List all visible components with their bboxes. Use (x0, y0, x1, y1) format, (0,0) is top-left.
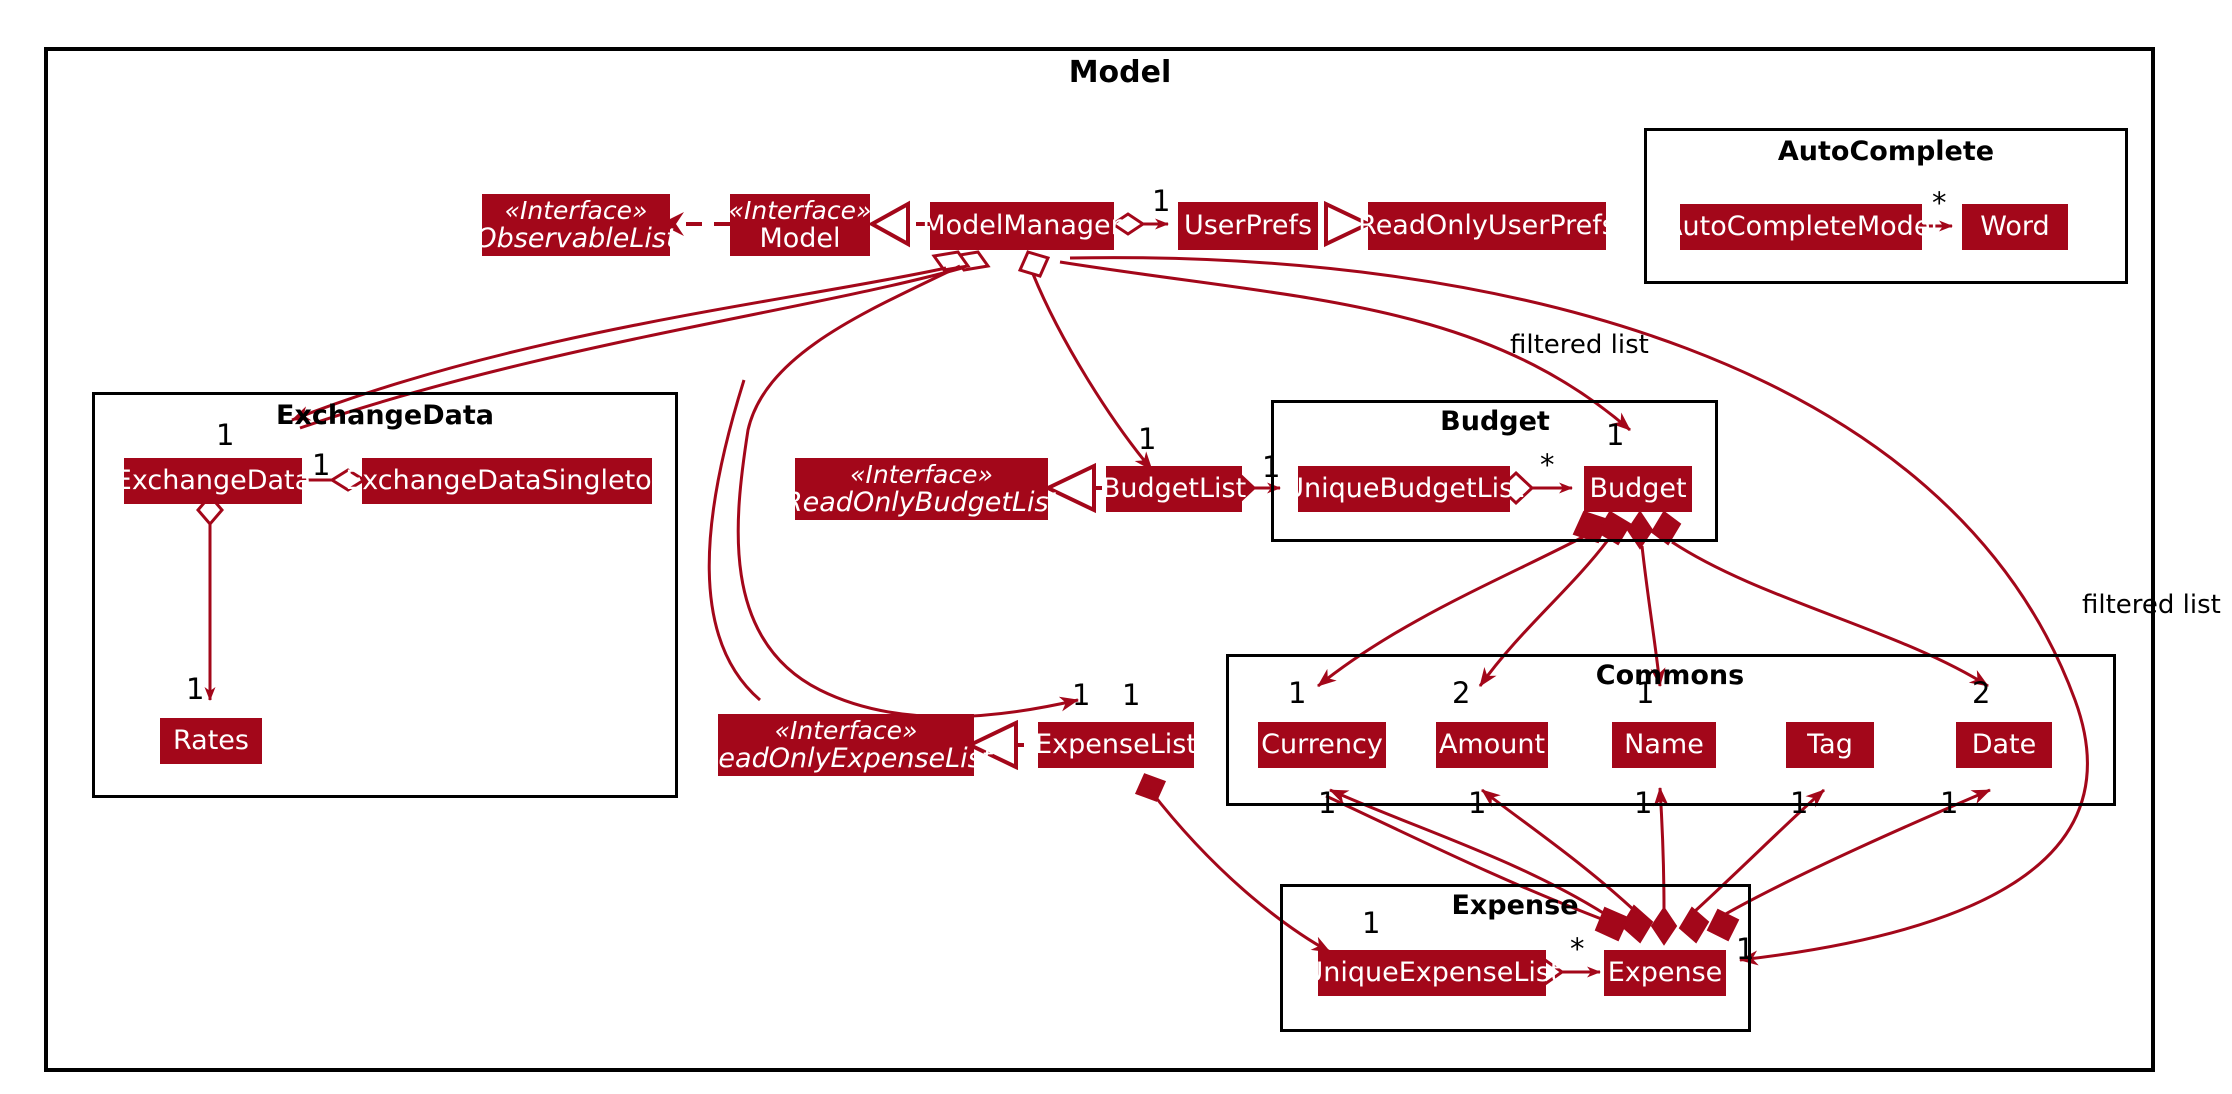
multiplicity-exchangedata: 1 (216, 418, 235, 452)
multiplicity-currency-top: 1 (1288, 676, 1307, 710)
class-modelmanager[interactable]: ModelManager (922, 202, 1122, 250)
class-expenselist-name: ExpenseList (1035, 729, 1197, 761)
multiplicity-date-top: 2 (1972, 676, 1991, 710)
class-readonlybudgetlist[interactable]: «Interface» ReadOnlyBudgetList (784, 458, 1059, 520)
class-exchangedatasingleton[interactable]: ExchangeDataSingleton (345, 458, 669, 504)
class-model-interface-name: Model (759, 222, 841, 254)
class-readonlybudgetlist-name: ReadOnlyBudgetList (783, 486, 1060, 518)
multiplicity-budget: 1 (1606, 418, 1625, 452)
class-readonlyexpenselist-stereotype: «Interface» (774, 715, 918, 745)
multiplicity-expense-star: * (1570, 932, 1585, 966)
class-uniquebudgetlist[interactable]: UniqueBudgetList (1284, 466, 1524, 512)
class-readonlyuserprefs-name: ReadOnlyUserPrefs (1358, 210, 1616, 242)
class-expense[interactable]: Expense (1604, 950, 1726, 996)
class-exchangedata[interactable]: ExchangeData (115, 458, 311, 504)
class-expenselist[interactable]: ExpenseList (1035, 722, 1197, 768)
multiplicity-exchsingleton: 1 (312, 448, 331, 482)
class-observablelist-stereotype: «Interface» (504, 195, 648, 225)
class-userprefs-name: UserPrefs (1183, 210, 1313, 242)
class-tag[interactable]: Tag (1786, 722, 1874, 768)
class-uniquebudgetlist-name: UniqueBudgetList (1284, 473, 1524, 505)
class-currency-name: Currency (1261, 729, 1383, 761)
multiplicity-expenselist-b: 1 (1122, 678, 1141, 712)
class-readonlyexpenselist-name: ReadOnlyExpenseList (699, 742, 993, 774)
package-commons-title: Commons (1595, 660, 1745, 691)
multiplicity-name-bottom: 1 (1634, 786, 1653, 820)
class-name[interactable]: Name (1612, 722, 1716, 768)
class-readonlyuserprefs[interactable]: ReadOnlyUserPrefs (1358, 202, 1616, 250)
multiplicity-expenselist-a: 1 (1072, 678, 1091, 712)
class-budget[interactable]: Budget (1584, 466, 1692, 512)
multiplicity-rates: 1 (186, 672, 205, 706)
class-word-name: Word (1980, 211, 2050, 243)
multiplicity-uniqueexpenselist: 1 (1362, 906, 1381, 940)
uml-class-diagram: Model AutoComplete ExchangeData Budget C… (0, 0, 2232, 1094)
edge-label-filtered-list-right: filtered list (2082, 590, 2221, 620)
multiplicity-currency-bottom: 1 (1318, 786, 1337, 820)
package-autocomplete-title: AutoComplete (1777, 136, 1995, 167)
class-model-interface[interactable]: «Interface» Model (728, 194, 872, 256)
class-autocompletemodel[interactable]: AutoCompleteModel (1664, 204, 1938, 250)
class-rates-name: Rates (173, 725, 249, 757)
class-budgetlist-name: BudgetList (1101, 473, 1247, 505)
class-tag-name: Tag (1807, 729, 1853, 761)
class-autocompletemodel-name: AutoCompleteModel (1664, 211, 1938, 243)
multiplicity-uniquebudgetlist: 1 (1262, 450, 1281, 484)
class-uniqueexpenselist-name: UniqueExpenseList (1303, 957, 1561, 989)
multiplicity-budget-star: * (1540, 448, 1555, 482)
class-word[interactable]: Word (1962, 204, 2068, 250)
class-exchangedatasingleton-name: ExchangeDataSingleton (345, 465, 669, 497)
package-budget-title: Budget (1440, 406, 1550, 437)
multiplicity-name-top: 1 (1636, 676, 1655, 710)
multiplicity-budgetlist: 1 (1138, 422, 1157, 456)
class-expense-name: Expense (1607, 957, 1723, 989)
class-userprefs[interactable]: UserPrefs (1178, 202, 1318, 250)
multiplicity-amount-top: 2 (1452, 676, 1471, 710)
package-model-title: Model (1068, 55, 1172, 90)
class-observablelist[interactable]: «Interface» ObservableList (475, 194, 677, 256)
class-budget-name: Budget (1589, 473, 1687, 505)
multiplicity-word: * (1932, 186, 1947, 220)
multiplicity-amount-bottom: 1 (1468, 786, 1487, 820)
multiplicity-date-bottom: 1 (1940, 786, 1959, 820)
class-readonlyexpenselist[interactable]: «Interface» ReadOnlyExpenseList (700, 714, 992, 776)
package-expense-title: Expense (1451, 890, 1579, 921)
class-model-interface-stereotype: «Interface» (728, 195, 872, 225)
class-modelmanager-name: ModelManager (922, 210, 1122, 242)
edge-label-filtered-list-top: filtered list (1510, 330, 1649, 360)
class-budgetlist[interactable]: BudgetList (1102, 466, 1246, 512)
class-exchangedata-name: ExchangeData (114, 465, 312, 497)
class-readonlybudgetlist-stereotype: «Interface» (850, 459, 993, 489)
class-date-name: Date (1971, 729, 2037, 761)
class-rates[interactable]: Rates (160, 718, 262, 764)
class-name-name: Name (1624, 729, 1704, 761)
multiplicity-expense-right: 1 (1736, 932, 1755, 966)
class-date[interactable]: Date (1956, 722, 2052, 768)
class-uniqueexpenselist[interactable]: UniqueExpenseList (1304, 950, 1561, 996)
multiplicity-userprefs: 1 (1152, 184, 1171, 218)
class-currency[interactable]: Currency (1258, 722, 1386, 768)
class-observablelist-name: ObservableList (475, 222, 677, 254)
class-amount[interactable]: Amount (1436, 722, 1548, 768)
class-amount-name: Amount (1438, 729, 1546, 761)
package-exchangedata-title: ExchangeData (276, 400, 494, 431)
multiplicity-tag-bottom: 1 (1790, 786, 1809, 820)
